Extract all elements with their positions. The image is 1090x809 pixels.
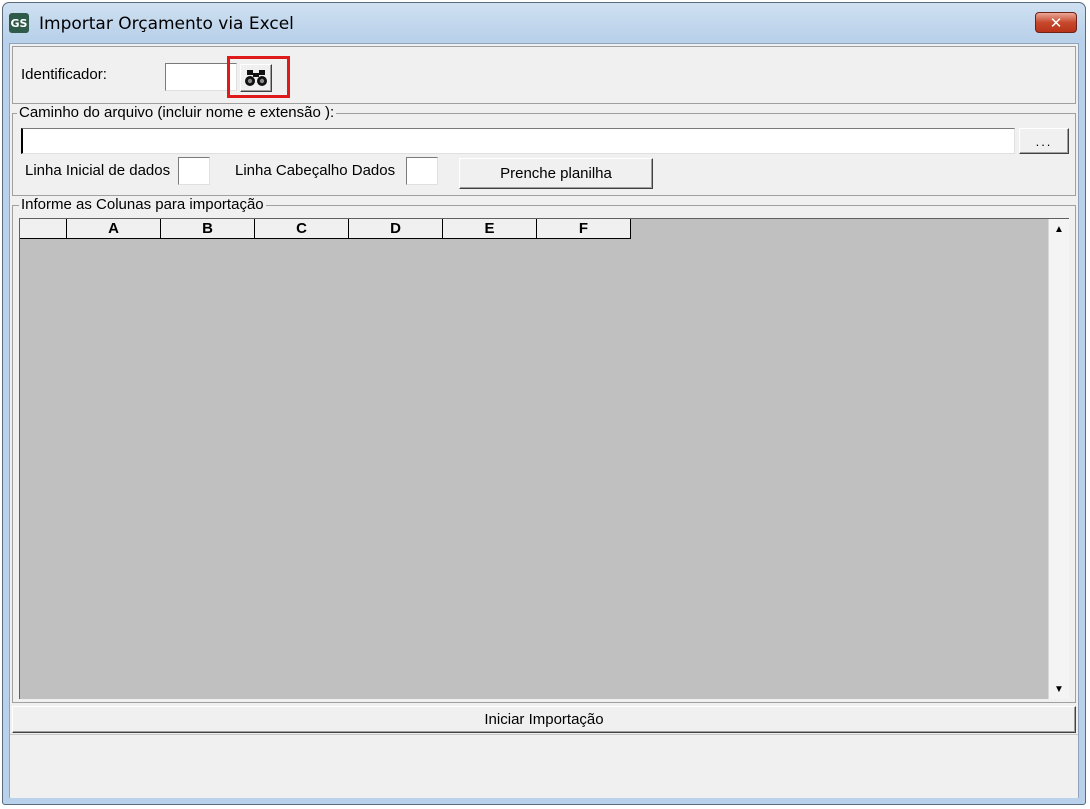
import-budget-window: GS Importar Orçamento via Excel ✕ Identi… bbox=[2, 2, 1086, 805]
file-path-input[interactable] bbox=[21, 128, 1015, 154]
column-header-d[interactable]: D bbox=[349, 219, 443, 239]
columns-legend: Informe as Colunas para importação bbox=[19, 196, 266, 213]
identifier-label: Identificador: bbox=[21, 66, 107, 83]
identifier-section: Identificador: bbox=[12, 46, 1076, 104]
header-row-input[interactable] bbox=[406, 157, 438, 185]
start-row-label: Linha Inicial de dados bbox=[25, 162, 171, 179]
column-header-b[interactable]: B bbox=[161, 219, 255, 239]
browse-button[interactable]: ... bbox=[1019, 128, 1069, 154]
columns-section: Informe as Colunas para importação A B C… bbox=[12, 197, 1076, 703]
status-area bbox=[10, 734, 1078, 798]
column-header-e[interactable]: E bbox=[443, 219, 537, 239]
client-area: Identificador: Caminho do arquivo (inclu… bbox=[9, 43, 1079, 798]
file-path-section: Caminho do arquivo (incluir nome e exten… bbox=[12, 105, 1076, 196]
fill-sheet-button[interactable]: Prenche planilha bbox=[459, 158, 653, 189]
vertical-scrollbar[interactable]: ▲ ▼ bbox=[1048, 219, 1069, 699]
start-row-input[interactable] bbox=[178, 157, 210, 185]
app-icon: GS bbox=[9, 13, 29, 33]
start-import-button[interactable]: Iniciar Importação bbox=[12, 706, 1076, 733]
grid-corner-cell[interactable] bbox=[20, 219, 67, 239]
find-button[interactable] bbox=[240, 64, 272, 92]
columns-grid[interactable]: A B C D E F ▲ ▼ bbox=[19, 218, 1069, 699]
column-header-f[interactable]: F bbox=[537, 219, 631, 239]
column-header-a[interactable]: A bbox=[67, 219, 161, 239]
file-path-legend: Caminho do arquivo (incluir nome e exten… bbox=[17, 104, 337, 121]
header-row-label: Linha Cabeçalho Dados bbox=[235, 162, 396, 179]
arrow-up-icon[interactable]: ▲ bbox=[1051, 221, 1067, 237]
arrow-down-icon[interactable]: ▼ bbox=[1051, 681, 1067, 697]
window-title: Importar Orçamento via Excel bbox=[39, 14, 294, 34]
title-bar[interactable]: GS Importar Orçamento via Excel ✕ bbox=[3, 3, 1085, 43]
binoculars-icon bbox=[245, 70, 267, 86]
close-button[interactable]: ✕ bbox=[1035, 12, 1077, 33]
column-header-c[interactable]: C bbox=[255, 219, 349, 239]
